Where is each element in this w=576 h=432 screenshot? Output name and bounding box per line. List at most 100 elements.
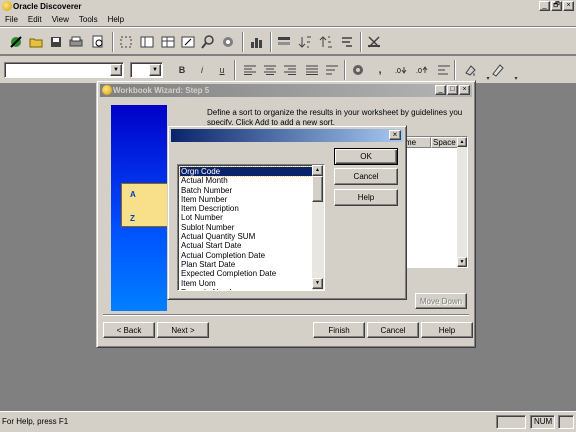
italic-button[interactable]: i — [194, 62, 210, 78]
decrease-decimal-icon[interactable]: .0 — [415, 62, 431, 78]
close-button[interactable]: × — [459, 85, 470, 95]
align-left-icon[interactable] — [242, 62, 258, 78]
field-list-item[interactable]: Actual Month — [180, 176, 312, 185]
wizard-icon — [102, 85, 112, 95]
close-button[interactable]: × — [389, 130, 401, 140]
field-list-item[interactable]: Item Uom — [180, 279, 312, 288]
comma-button[interactable]: , — [372, 62, 388, 78]
sort-list-grid[interactable]: me Space ▲ ▼ — [402, 136, 468, 268]
select-icon[interactable] — [118, 34, 134, 50]
find-icon[interactable] — [200, 34, 216, 50]
graph-icon[interactable] — [248, 34, 264, 50]
print-icon[interactable] — [68, 34, 84, 50]
menu-view[interactable]: View — [47, 15, 74, 24]
scroll-down-icon[interactable]: ▼ — [312, 278, 323, 289]
align-center-icon[interactable] — [262, 62, 278, 78]
underline-button[interactable]: u — [214, 62, 230, 78]
increase-decimal-icon[interactable]: .0 — [394, 62, 410, 78]
cancel-button[interactable]: Cancel — [334, 168, 398, 185]
wizard-titlebar: Workbook Wizard: Step 5 — [100, 84, 472, 97]
restore-button[interactable]: 🗗 — [551, 1, 562, 11]
status-pane-blank — [496, 415, 526, 429]
fill-color-icon[interactable] — [462, 62, 478, 78]
scroll-thumb[interactable] — [312, 176, 323, 202]
close-button[interactable]: × — [563, 1, 574, 11]
field-list-items: Orgn Code Actual Month Batch Number Item Nu… — [179, 165, 313, 290]
wizard-window-buttons: _ □ × — [434, 85, 470, 95]
bold-button[interactable]: B — [174, 62, 190, 78]
field-list-item[interactable]: Formula Number — [180, 288, 312, 290]
field-list-item[interactable]: Sublot Number — [180, 223, 312, 232]
field-list-item[interactable]: Item Number — [180, 195, 312, 204]
minimize-button[interactable]: _ — [539, 1, 550, 11]
sql-inspector-icon[interactable] — [366, 34, 382, 50]
app-title: Oracle Discoverer — [13, 2, 82, 11]
menu-edit[interactable]: Edit — [23, 15, 47, 24]
table-layout-icon[interactable] — [139, 34, 155, 50]
move-down-button[interactable]: Move Down — [415, 293, 467, 309]
field-list-item[interactable]: Actual Completion Date — [180, 251, 312, 260]
totals-icon[interactable] — [276, 34, 292, 50]
percentages-icon[interactable] — [339, 34, 355, 50]
currency-icon[interactable] — [350, 62, 366, 78]
app-titlebar: Oracle Discoverer _ 🗗 × — [0, 0, 576, 13]
format-data-icon[interactable] — [436, 62, 452, 78]
menu-file[interactable]: File — [0, 15, 23, 24]
maximize-button[interactable]: □ — [447, 85, 458, 95]
field-list-item[interactable]: Orgn Code — [179, 165, 313, 178]
field-list-item[interactable]: Batch Number — [180, 186, 312, 195]
open-folder-icon[interactable] — [28, 34, 44, 50]
sort-ascending-icon[interactable] — [297, 34, 313, 50]
drill-icon[interactable] — [220, 34, 236, 50]
new-workbook-icon[interactable] — [8, 34, 24, 50]
font-color-icon[interactable] — [490, 62, 506, 78]
toolbar-separator — [242, 32, 244, 52]
back-button[interactable]: < Back — [103, 322, 155, 338]
edit-sheet-icon[interactable] — [180, 34, 196, 50]
cancel-button[interactable]: Cancel — [367, 322, 419, 338]
field-list-item[interactable]: Expected Completion Date — [180, 269, 312, 278]
crosstab-layout-icon[interactable] — [160, 34, 176, 50]
align-right-icon[interactable] — [282, 62, 298, 78]
font-name-combo[interactable]: ▼ — [4, 62, 124, 78]
num-lock-indicator: NUM — [530, 415, 555, 429]
finish-button[interactable]: Finish — [313, 322, 365, 338]
field-list-item[interactable]: Lot Number — [180, 213, 312, 222]
grid-header-name[interactable]: me — [403, 137, 431, 148]
font-size-combo[interactable]: ▼ — [130, 62, 163, 78]
toolbar-separator — [270, 32, 272, 52]
justify-icon[interactable] — [304, 62, 320, 78]
grid-scrollbar[interactable]: ▲ ▼ — [457, 137, 467, 267]
illustration-letter-z: Z — [130, 214, 135, 223]
scroll-up-icon[interactable]: ▲ — [312, 165, 323, 176]
svg-text:.0: .0 — [395, 68, 401, 75]
field-list-item[interactable]: Actual Start Date — [180, 241, 312, 250]
minimize-button[interactable]: _ — [435, 85, 446, 95]
ok-button[interactable]: OK — [334, 148, 398, 165]
save-icon[interactable] — [48, 34, 64, 50]
sort-field-listbox[interactable]: Orgn Code Actual Month Batch Number Item Nu… — [177, 164, 325, 291]
field-list-item[interactable]: Plan Start Date — [180, 260, 312, 269]
scroll-up-icon[interactable]: ▲ — [457, 137, 467, 147]
field-list-item[interactable]: Actual Quantity SUM — [180, 232, 312, 241]
chevron-down-icon[interactable]: ▼ — [149, 64, 161, 76]
help-button[interactable]: Help — [334, 189, 398, 206]
next-button[interactable]: Next > — [157, 322, 209, 338]
scroll-down-icon[interactable]: ▼ — [457, 257, 467, 267]
font-color-dropdown-icon[interactable]: ▾ — [508, 70, 524, 86]
wizard-title: Workbook Wizard: Step 5 — [113, 86, 210, 95]
wrap-text-icon[interactable] — [324, 62, 340, 78]
field-list-item[interactable]: Item Description — [180, 204, 312, 213]
field-list-scrollbar[interactable]: ▲ ▼ — [312, 165, 324, 290]
toolbar-separator — [344, 60, 346, 80]
chevron-down-icon[interactable]: ▼ — [110, 64, 122, 76]
toolbar-separator — [234, 60, 236, 80]
svg-text:.0: .0 — [416, 68, 422, 75]
menu-help[interactable]: Help — [103, 15, 129, 24]
grid-header-space[interactable]: Space — [431, 137, 458, 148]
menu-tools[interactable]: Tools — [74, 15, 103, 24]
help-button[interactable]: Help — [421, 322, 473, 338]
status-message: For Help, press F1 — [2, 417, 69, 426]
sort-descending-icon[interactable] — [318, 34, 334, 50]
print-preview-icon[interactable] — [90, 34, 106, 50]
